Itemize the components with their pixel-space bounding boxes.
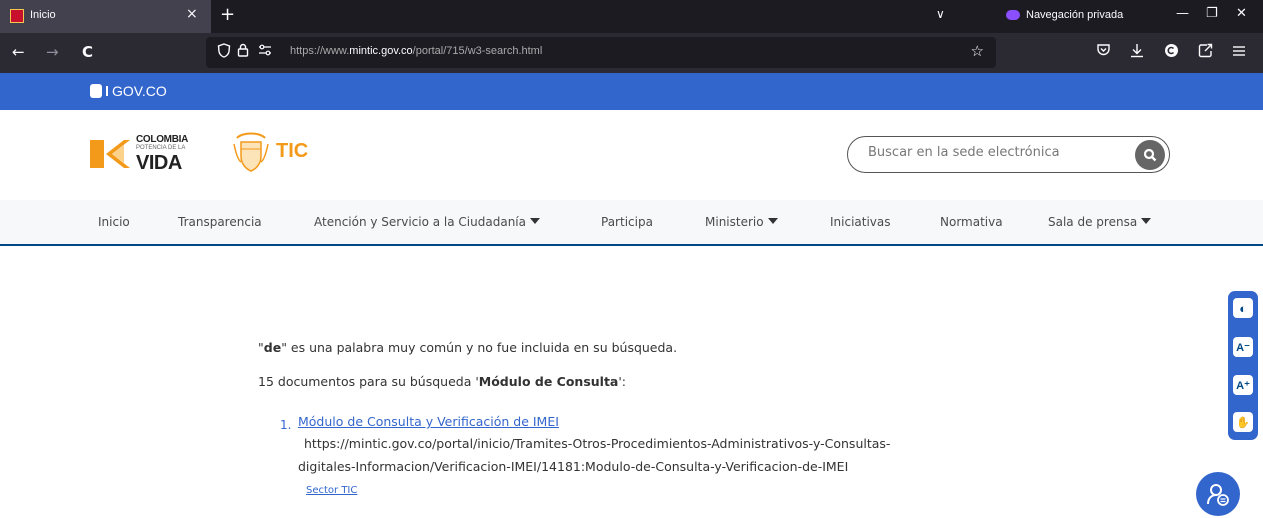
menu-item-label: Iniciativas [830, 215, 891, 229]
tab-close-icon[interactable]: × [186, 6, 198, 22]
gov-co-emblem-icon [90, 84, 102, 98]
menu-item-participa[interactable]: Participa [601, 215, 653, 229]
address-bar[interactable]: https://www.mintic.gov.co/portal/715/w3-… [206, 37, 996, 68]
site-search [847, 136, 1170, 173]
forward-button[interactable]: → [46, 43, 59, 61]
brand-top-text: COLOMBIA [136, 134, 189, 145]
menu-item-label: Participa [601, 215, 653, 229]
result-source-link[interactable]: Sector TIC [306, 485, 357, 496]
colombia-shield-favicon-icon [10, 9, 24, 23]
results-count-prefix: 15 documentos para su búsqueda ' [258, 374, 479, 389]
gov-co-divider [106, 86, 108, 96]
colombia-potencia-de-la-vida-logo[interactable]: COLOMBIA POTENCIA DE LA VIDA [90, 132, 200, 176]
permissions-icon[interactable] [258, 44, 272, 59]
results-count: 15 documentos para su búsqueda 'Módulo d… [258, 374, 626, 389]
url-path: /portal/715/w3-search.html [412, 45, 543, 57]
tracking-protection-shield-icon[interactable] [217, 43, 231, 62]
result-url-line: digitales-Informacion/Verificacion-IMEI/… [298, 459, 849, 474]
private-browsing-indicator: Navegación privada [1006, 9, 1123, 21]
hamburger-menu-icon[interactable] [1232, 43, 1246, 61]
result-title-link[interactable]: Módulo de Consulta y Verificación de IME… [298, 414, 559, 429]
decrease-text-button[interactable]: A⁻ [1233, 337, 1253, 357]
caret-down-icon [767, 218, 778, 224]
search-icon [1143, 148, 1157, 162]
reload-button[interactable]: C [82, 43, 93, 61]
menu-item-label: Sala de prensa [1048, 215, 1138, 229]
menu-item-iniciativas[interactable]: Iniciativas [830, 215, 891, 229]
close-window-button[interactable]: ✕ [1236, 6, 1247, 21]
increase-text-button[interactable]: A⁺ [1233, 375, 1253, 395]
gov-co-logo-link[interactable]: GOV.CO [90, 83, 167, 99]
lock-icon[interactable] [237, 43, 249, 61]
extension-icon[interactable] [1164, 43, 1179, 62]
caret-down-icon [529, 218, 540, 224]
results-count-suffix: ': [618, 374, 627, 389]
menu-item-sala-de-prensa[interactable]: Sala de prensa [1048, 215, 1152, 229]
stopword-note: "de" es una palabra muy común y no fue i… [258, 340, 678, 355]
url-domain: mintic.gov.co [349, 45, 413, 57]
new-tab-button[interactable]: + [220, 4, 235, 25]
pocket-icon[interactable] [1096, 43, 1111, 61]
contrast-button[interactable]: ◐ [1233, 298, 1253, 318]
search-input[interactable] [868, 145, 1128, 160]
menu-item-transparencia[interactable]: Transparencia [178, 215, 262, 229]
minimize-button[interactable]: — [1176, 6, 1189, 21]
bookmark-star-icon[interactable]: ☆ [971, 42, 984, 60]
results-query: Módulo de Consulta [478, 374, 619, 389]
browser-tab-strip: Inicio × + ∨ Navegación privada — ❐ ✕ [0, 0, 1263, 33]
gov-co-label: GOV.CO [112, 83, 167, 99]
menu-item-label: Atención y Servicio a la Ciudadanía [314, 215, 526, 229]
brand-bottom-text: VIDA [136, 152, 182, 174]
chat-assistant-button[interactable] [1196, 472, 1240, 516]
tic-logo-text[interactable]: TIC [276, 140, 308, 163]
menu-item-normativa[interactable]: Normativa [940, 215, 1003, 229]
caret-down-icon [1141, 218, 1152, 224]
menu-item-atencion-ciudadania[interactable]: Atención y Servicio a la Ciudadanía [314, 215, 540, 229]
result-number: 1. [280, 418, 292, 432]
stopword: de [263, 340, 282, 355]
result-url-line: https://mintic.gov.co/portal/inicio/Tram… [304, 436, 891, 451]
back-button[interactable]: ← [12, 43, 25, 61]
menu-item-label: Transparencia [178, 215, 262, 229]
restore-button[interactable]: ❐ [1206, 6, 1218, 21]
private-mask-icon [1006, 10, 1020, 20]
url-text[interactable]: https://www.mintic.gov.co/portal/715/w3-… [290, 45, 542, 57]
menu-item-label: Inicio [98, 215, 130, 229]
menu-item-label: Normativa [940, 215, 1003, 229]
browser-toolbar: ← → C https://www.mintic.gov.co/portal/7… [0, 33, 1263, 73]
brand-mid-text: POTENCIA DE LA [136, 145, 186, 151]
menu-item-inicio[interactable]: Inicio [98, 215, 130, 229]
private-browsing-label: Navegación privada [1026, 9, 1124, 21]
stopword-note-text: es una palabra muy común y no fue inclui… [286, 340, 678, 355]
list-all-tabs-button[interactable]: ∨ [936, 7, 945, 21]
downloads-icon[interactable] [1130, 43, 1144, 62]
chat-assistant-icon [1207, 484, 1229, 506]
accessibility-toolbar: ◐ A⁻ A⁺ ✋ [1228, 291, 1258, 440]
browser-tab[interactable]: Inicio × [0, 0, 211, 33]
search-button[interactable] [1135, 140, 1165, 170]
url-prefix: https://www. [290, 45, 350, 57]
share-icon[interactable] [1198, 43, 1213, 62]
main-menu: Inicio Transparencia Atención y Servicio… [0, 200, 1263, 246]
colombia-brand-mark-icon [90, 140, 130, 168]
menu-item-ministerio[interactable]: Ministerio [705, 215, 778, 229]
menu-item-label: Ministerio [705, 215, 764, 229]
gov-co-bar: GOV.CO [0, 73, 1263, 110]
sign-language-button[interactable]: ✋ [1233, 412, 1253, 432]
tab-title: Inicio [30, 9, 56, 21]
colombia-coat-of-arms-icon[interactable] [232, 132, 270, 174]
